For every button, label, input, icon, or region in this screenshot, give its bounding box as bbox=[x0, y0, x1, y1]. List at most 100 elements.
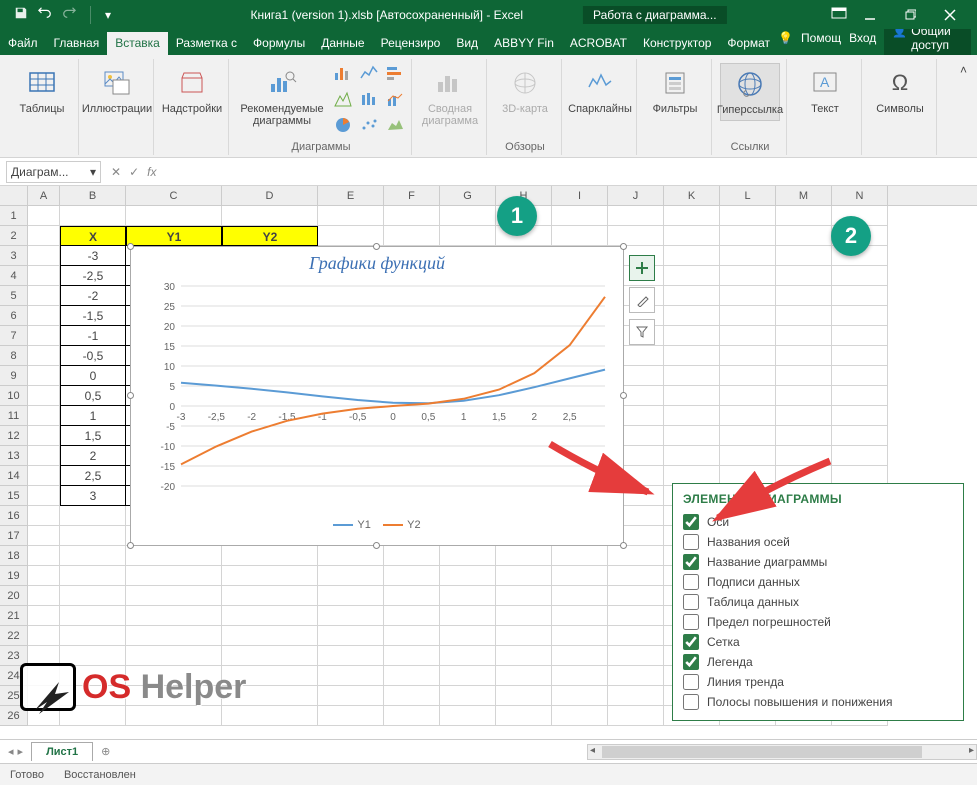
cell[interactable] bbox=[552, 706, 608, 726]
cell[interactable] bbox=[776, 286, 832, 306]
cell[interactable] bbox=[440, 706, 496, 726]
cell[interactable] bbox=[126, 606, 222, 626]
cell[interactable] bbox=[60, 566, 126, 586]
row-header[interactable]: 21 bbox=[0, 606, 28, 626]
row-header[interactable]: 1 bbox=[0, 206, 28, 226]
cell[interactable] bbox=[28, 246, 60, 266]
cell[interactable] bbox=[496, 586, 552, 606]
cell[interactable]: 1,5 bbox=[60, 426, 126, 446]
panel-checkbox[interactable] bbox=[683, 654, 699, 670]
scroll-left-icon[interactable]: ◂ bbox=[590, 745, 595, 756]
col-header[interactable]: I bbox=[552, 186, 608, 205]
tab-abbyy[interactable]: ABBYY Fin bbox=[486, 32, 562, 55]
cell[interactable] bbox=[664, 406, 720, 426]
cell[interactable] bbox=[126, 546, 222, 566]
bar-chart-icon[interactable] bbox=[385, 63, 405, 83]
cell[interactable] bbox=[222, 546, 318, 566]
chart-styles-button[interactable] bbox=[629, 287, 655, 313]
cell[interactable] bbox=[496, 686, 552, 706]
cell[interactable] bbox=[28, 286, 60, 306]
cell[interactable] bbox=[318, 566, 384, 586]
cell[interactable] bbox=[552, 226, 608, 246]
save-icon[interactable] bbox=[14, 6, 28, 23]
cell[interactable] bbox=[384, 546, 440, 566]
cell[interactable] bbox=[832, 326, 888, 346]
cell[interactable] bbox=[222, 566, 318, 586]
cell[interactable] bbox=[608, 686, 664, 706]
cell[interactable] bbox=[440, 606, 496, 626]
cell[interactable] bbox=[664, 266, 720, 286]
cell[interactable] bbox=[318, 706, 384, 726]
panel-checkbox[interactable] bbox=[683, 634, 699, 650]
cell[interactable] bbox=[608, 706, 664, 726]
row-header[interactable]: 16 bbox=[0, 506, 28, 526]
cell[interactable] bbox=[384, 586, 440, 606]
panel-item[interactable]: Подписи данных bbox=[683, 572, 953, 592]
cell[interactable] bbox=[720, 226, 776, 246]
cell[interactable] bbox=[384, 226, 440, 246]
cell[interactable] bbox=[318, 206, 384, 226]
statistic-chart-icon[interactable] bbox=[359, 89, 379, 109]
cell[interactable] bbox=[552, 566, 608, 586]
column-chart-icon[interactable] bbox=[333, 63, 353, 83]
row-header[interactable]: 13 bbox=[0, 446, 28, 466]
panel-item[interactable]: Легенда bbox=[683, 652, 953, 672]
row-header[interactable]: 2 bbox=[0, 226, 28, 246]
col-header[interactable]: N bbox=[832, 186, 888, 205]
cell[interactable] bbox=[776, 266, 832, 286]
cell[interactable] bbox=[552, 606, 608, 626]
cell[interactable] bbox=[126, 206, 222, 226]
cell[interactable] bbox=[60, 546, 126, 566]
cell[interactable] bbox=[440, 566, 496, 586]
cell[interactable] bbox=[126, 566, 222, 586]
pie-chart-icon[interactable] bbox=[333, 115, 353, 135]
panel-item[interactable]: Предел погрешностей bbox=[683, 612, 953, 632]
scroll-right-icon[interactable]: ▸ bbox=[969, 745, 974, 756]
cell[interactable] bbox=[552, 206, 608, 226]
hyperlink-button[interactable]: Гиперссылка bbox=[720, 63, 780, 121]
hierarchy-chart-icon[interactable] bbox=[333, 89, 353, 109]
cell[interactable]: 3 bbox=[60, 486, 126, 506]
cell[interactable] bbox=[776, 386, 832, 406]
tab-formulas[interactable]: Формулы bbox=[245, 32, 313, 55]
scatter-chart-icon[interactable] bbox=[359, 115, 379, 135]
cell[interactable]: Y2 bbox=[222, 226, 318, 246]
tab-home[interactable]: Главная bbox=[46, 32, 108, 55]
col-header[interactable]: K bbox=[664, 186, 720, 205]
row-header[interactable]: 8 bbox=[0, 346, 28, 366]
cell[interactable] bbox=[496, 626, 552, 646]
cell[interactable] bbox=[28, 606, 60, 626]
cell[interactable] bbox=[60, 586, 126, 606]
cell[interactable] bbox=[608, 206, 664, 226]
cell[interactable] bbox=[664, 386, 720, 406]
cell[interactable] bbox=[384, 566, 440, 586]
cell[interactable] bbox=[222, 206, 318, 226]
scroll-thumb[interactable] bbox=[602, 746, 922, 758]
cell[interactable]: X bbox=[60, 226, 126, 246]
cell[interactable] bbox=[664, 346, 720, 366]
cell[interactable] bbox=[664, 206, 720, 226]
cell[interactable] bbox=[776, 426, 832, 446]
col-header[interactable]: B bbox=[60, 186, 126, 205]
cell[interactable] bbox=[384, 706, 440, 726]
panel-checkbox[interactable] bbox=[683, 614, 699, 630]
panel-checkbox[interactable] bbox=[683, 674, 699, 690]
cell[interactable] bbox=[664, 286, 720, 306]
cell[interactable] bbox=[384, 626, 440, 646]
minimize-button[interactable] bbox=[853, 4, 887, 26]
cell[interactable] bbox=[776, 226, 832, 246]
cell[interactable] bbox=[664, 366, 720, 386]
panel-checkbox[interactable] bbox=[683, 554, 699, 570]
cell[interactable] bbox=[222, 606, 318, 626]
panel-checkbox[interactable] bbox=[683, 694, 699, 710]
row-header[interactable]: 12 bbox=[0, 426, 28, 446]
cell[interactable] bbox=[832, 366, 888, 386]
cell[interactable]: 0 bbox=[60, 366, 126, 386]
close-button[interactable] bbox=[933, 4, 967, 26]
col-header[interactable]: J bbox=[608, 186, 664, 205]
cell[interactable] bbox=[28, 566, 60, 586]
cell[interactable] bbox=[720, 306, 776, 326]
cell[interactable] bbox=[440, 226, 496, 246]
cell[interactable] bbox=[664, 426, 720, 446]
chevron-down-icon[interactable]: ▾ bbox=[90, 165, 96, 179]
